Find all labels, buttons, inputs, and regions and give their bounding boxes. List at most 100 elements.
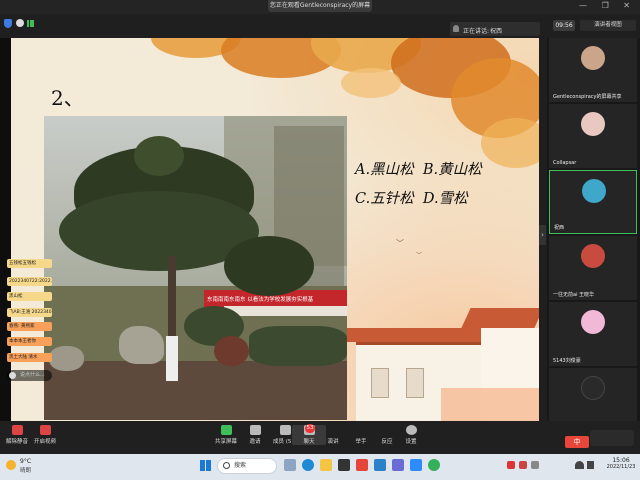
- app-icon[interactable]: [392, 459, 404, 471]
- wechat-icon[interactable]: [428, 459, 440, 471]
- chat-message: 春燕: 黄熙家: [7, 322, 52, 331]
- clock-date: 2022/11/23: [606, 464, 636, 470]
- participant-name: 祝西: [554, 225, 565, 231]
- app-icon[interactable]: [356, 459, 368, 471]
- taskbar-clock[interactable]: 15:06 2022/11/23: [604, 457, 638, 470]
- options-row-1: A.黑山松 B.黄山松: [355, 156, 525, 185]
- wifi-icon[interactable]: [575, 461, 584, 469]
- tray-app-icon[interactable]: [519, 461, 527, 469]
- shared-slide: 2、 东南南南东南东 以看法为学校发展夯实根基 A.黑山松 B.黄山松 C.五针…: [11, 38, 539, 421]
- zoom-app-icon[interactable]: [410, 459, 422, 471]
- dell-icon[interactable]: [338, 459, 350, 471]
- view-mode-button[interactable]: 演讲者视图: [580, 20, 636, 31]
- signal-icon[interactable]: [27, 20, 34, 27]
- avatar: [581, 244, 605, 268]
- weather-temp: 9°C: [20, 458, 32, 465]
- chat-message: 本本本王者你: [7, 337, 52, 346]
- participant-name: 5143刘俊豪: [553, 358, 581, 364]
- tray-app-icon[interactable]: [531, 461, 539, 469]
- system-tray: [505, 458, 600, 476]
- search-placeholder: 搜索: [234, 462, 247, 469]
- mic-muted-icon: [11, 425, 23, 435]
- video-off-icon: [39, 425, 51, 435]
- invite-icon: [249, 425, 261, 435]
- participant-tile[interactable]: Collapsar: [549, 104, 637, 168]
- ime-indicator[interactable]: 中: [565, 436, 589, 448]
- chat-input-hint: 说点什么...: [20, 372, 45, 378]
- smile-icon[interactable]: [9, 372, 16, 379]
- settings-icon: [405, 425, 417, 435]
- bird-decoration: ﹀: [396, 239, 404, 248]
- file-explorer-icon[interactable]: [320, 459, 332, 471]
- participant-tile[interactable]: [549, 368, 637, 421]
- option-b-text: 黄山松: [438, 162, 482, 178]
- start-icon[interactable]: [200, 460, 211, 471]
- security-shield-icon[interactable]: [4, 19, 12, 28]
- participants-icon: [279, 425, 291, 435]
- collapse-gallery-button[interactable]: ›: [539, 225, 546, 245]
- task-view-icon[interactable]: [284, 459, 296, 471]
- participant-tile[interactable]: 祝西: [549, 170, 637, 234]
- speak-icon: [328, 425, 339, 435]
- option-a-letter: A.: [355, 162, 371, 178]
- avatar: [581, 46, 605, 70]
- option-b-letter: B.: [422, 162, 439, 178]
- share-screen-label: 共享屏幕: [214, 439, 237, 445]
- edge-icon[interactable]: [302, 459, 314, 471]
- settings-label: 设置: [405, 439, 417, 445]
- speaking-name: 祝西: [490, 28, 503, 35]
- share-screen-icon: [220, 425, 232, 435]
- taskbar-search-input[interactable]: 搜索: [217, 458, 277, 474]
- sun-icon: [6, 460, 16, 470]
- participant-tile[interactable]: 5143刘俊豪: [549, 302, 637, 366]
- question-number: 2、: [51, 86, 84, 110]
- weather-desc: 晴朗: [20, 468, 32, 474]
- screen-share-banner[interactable]: 您正在观看Gentleconspiracy的屏幕: [268, 0, 372, 12]
- chat-message: 五钱松五钱松: [7, 259, 52, 268]
- invite-button[interactable]: 邀请: [238, 425, 272, 445]
- unmute-label: 解除静音: [5, 439, 28, 445]
- leave-button[interactable]: [590, 430, 634, 446]
- bird-decoration: ﹀: [416, 252, 423, 259]
- reaction-icon: [382, 425, 393, 435]
- meeting-status-bar: [0, 14, 640, 38]
- participant-tile[interactable]: Gentleconspiracy的屏幕共享: [549, 38, 637, 102]
- participant-name: Collapsar: [553, 160, 577, 166]
- chat-message: 飞AB:王涵 2022340712: [7, 308, 52, 317]
- avatar: [581, 310, 605, 334]
- left-margin: [0, 38, 11, 421]
- raise-hand-label: 举手: [355, 439, 367, 445]
- participant-tile[interactable]: 一往无前ai 王晓华: [549, 236, 637, 300]
- clock-time: 15:06: [612, 457, 630, 464]
- pine-tree-photo: 东南南南东南东 以看法为学校发展夯实根基: [44, 116, 347, 420]
- window-controls[interactable]: — ❐ ✕: [579, 1, 636, 10]
- search-icon: [223, 462, 230, 469]
- chat-message: 黑土大陆 清水: [7, 353, 52, 362]
- start-video-button[interactable]: 开启视频: [28, 425, 62, 445]
- tray-app-icon[interactable]: [507, 461, 515, 469]
- chat-label: 聊天: [303, 439, 315, 445]
- info-icon[interactable]: [16, 19, 24, 27]
- participant-name: Gentleconspiracy的屏幕共享: [553, 94, 622, 100]
- person-icon: [453, 25, 459, 32]
- chat-input[interactable]: 说点什么...: [7, 370, 52, 381]
- option-c-letter: C.: [355, 191, 371, 207]
- avatar: [582, 179, 606, 203]
- volume-icon[interactable]: [587, 461, 594, 469]
- participant-name: 一往无前ai 王晓华: [553, 292, 595, 298]
- option-d-text: 雪松: [438, 191, 468, 207]
- speak-label: 演讲: [327, 439, 339, 445]
- option-a-text: 黑山松: [370, 162, 414, 178]
- start-video-label: 开启视频: [33, 439, 56, 445]
- chat-badge: 53: [305, 424, 315, 433]
- settings-button[interactable]: 设置: [394, 425, 428, 445]
- speaking-label: 正在讲话:: [463, 28, 490, 35]
- app-icon[interactable]: [374, 459, 386, 471]
- option-d-letter: D.: [422, 191, 439, 207]
- chat-message: 黑山松: [7, 292, 52, 301]
- meeting-timer: 09:56: [553, 20, 575, 31]
- invite-label: 邀请: [249, 439, 261, 445]
- avatar: [581, 376, 605, 400]
- avatar: [581, 112, 605, 136]
- options-row-2: C.五针松 D.雪松: [355, 185, 525, 214]
